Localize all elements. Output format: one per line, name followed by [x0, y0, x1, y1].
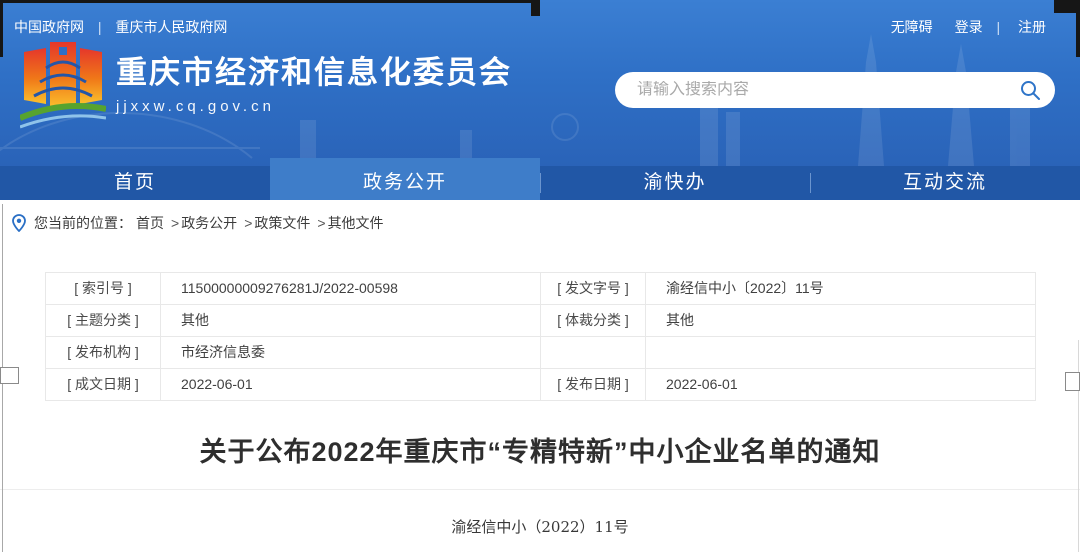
doc-info-label: [ 发布机构 ] — [46, 337, 161, 369]
breadcrumb-separator: > — [244, 215, 252, 231]
breadcrumb-separator: > — [171, 215, 179, 231]
accessibility-link[interactable]: 无障碍 — [891, 19, 933, 35]
doc-info-table: [ 索引号 ] 11500000009276281J/2022-00598 [ … — [45, 272, 1036, 401]
breadcrumb-separator: > — [317, 215, 325, 231]
breadcrumb-policy-files[interactable]: 政策文件 — [254, 213, 310, 233]
doc-info-value: 其他 — [646, 305, 1036, 337]
doc-info-value: 渝经信中小〔2022〕11号 — [646, 273, 1036, 305]
right-edge-handle — [1065, 372, 1080, 391]
search-button[interactable] — [1015, 79, 1055, 101]
doc-info-label: [ 索引号 ] — [46, 273, 161, 305]
top-edge-tick-artifact — [531, 0, 540, 16]
doc-info-label: [ 成文日期 ] — [46, 369, 161, 401]
left-edge-handle — [0, 367, 19, 384]
top-edge-artifact — [0, 0, 540, 3]
gov-cn-link[interactable]: 中国政府网 — [14, 19, 84, 35]
brand-text: 重庆市经济和信息化委员会 jjxxw.cq.gov.cn — [116, 55, 512, 115]
breadcrumb-gov-disclosure[interactable]: 政务公开 — [181, 213, 237, 233]
cq-gov-link[interactable]: 重庆市人民政府网 — [115, 19, 227, 35]
doc-info-value: 2022-06-01 — [161, 369, 541, 401]
doc-info-value — [646, 337, 1036, 369]
breadcrumb-other-files[interactable]: 其他文件 — [328, 213, 384, 233]
topbar-left-links: 中国政府网 | 重庆市人民政府网 — [14, 17, 227, 37]
topbar: 中国政府网 | 重庆市人民政府网 无障碍 登录 | 注册 — [0, 0, 1080, 37]
article-title: 关于公布2022年重庆市“专精特新”中小企业名单的通知 — [0, 433, 1080, 471]
topbar-divider-2: | — [996, 19, 1000, 35]
site-name: 重庆市经济和信息化委员会 — [116, 55, 512, 91]
doc-info-label: [ 发文字号 ] — [541, 273, 646, 305]
doc-info-value: 2022-06-01 — [646, 369, 1036, 401]
top-left-corner-artifact — [0, 0, 3, 57]
top-right-notch-artifact — [1054, 0, 1080, 13]
doc-info-value: 市经济信息委 — [161, 337, 541, 369]
header-banner: 中国政府网 | 重庆市人民政府网 无障碍 登录 | 注册 — [0, 0, 1080, 166]
breadcrumb: 您当前的位置： 首页 > 政务公开 > 政策文件 > 其他文件 — [0, 200, 1080, 246]
register-link[interactable]: 注册 — [1018, 19, 1046, 35]
breadcrumb-home[interactable]: 首页 — [136, 213, 164, 233]
site-url: jjxxw.cq.gov.cn — [116, 98, 512, 115]
breadcrumb-prefix: 您当前的位置： — [34, 213, 132, 233]
topbar-divider: | — [98, 19, 102, 35]
search-input[interactable] — [615, 81, 1015, 99]
doc-info-label: [ 体裁分类 ] — [541, 305, 646, 337]
nav-item-interaction[interactable]: 互动交流 — [810, 166, 1080, 200]
title-divider — [0, 489, 1080, 490]
doc-info-label: [ 发布日期 ] — [541, 369, 646, 401]
article-doc-number: 渝经信中小（2022）11号 — [0, 516, 1080, 537]
nav-item-yukuaiban[interactable]: 渝快办 — [540, 166, 810, 200]
search-box — [615, 72, 1055, 108]
topbar-right-links: 无障碍 登录 | 注册 — [887, 17, 1046, 37]
doc-info-label: [ 主题分类 ] — [46, 305, 161, 337]
doc-info-label — [541, 337, 646, 369]
magnifier-icon — [1019, 79, 1041, 101]
site-emblem-icon — [20, 40, 106, 130]
main-nav: 首页 政务公开 渝快办 互动交流 — [0, 166, 1080, 200]
location-pin-icon — [12, 214, 26, 232]
doc-info-value: 11500000009276281J/2022-00598 — [161, 273, 541, 305]
doc-info-value: 其他 — [161, 305, 541, 337]
login-link[interactable]: 登录 — [955, 19, 983, 35]
nav-item-gov-disclosure[interactable]: 政务公开 — [270, 158, 540, 200]
nav-item-home[interactable]: 首页 — [0, 166, 270, 200]
